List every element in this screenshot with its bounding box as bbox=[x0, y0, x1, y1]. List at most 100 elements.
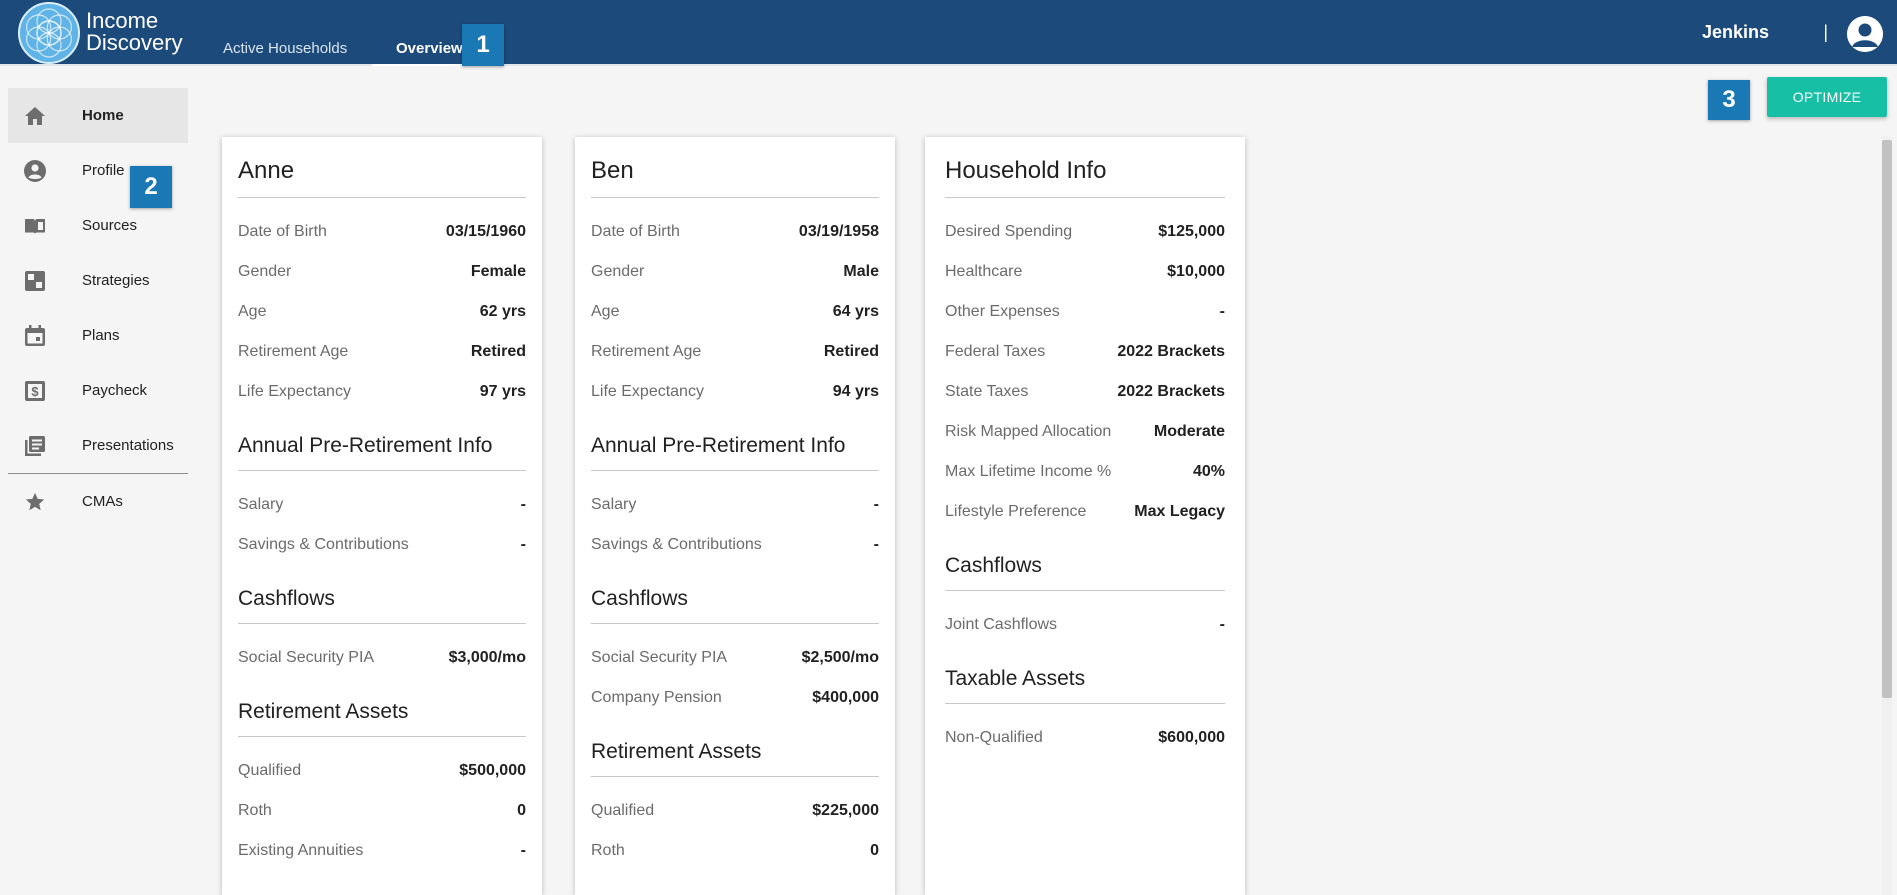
annotation-badge-1: 1 bbox=[462, 24, 504, 66]
section-title-cashflows: Cashflows bbox=[238, 587, 526, 624]
info-row-social-security: Social Security PIA $2,500/mo bbox=[591, 638, 879, 678]
user-name[interactable]: Jenkins bbox=[1702, 22, 1769, 43]
info-row-age: Age 64 yrs bbox=[591, 292, 879, 332]
brand-name: Income Discovery bbox=[86, 10, 183, 54]
row-value: $125,000 bbox=[1158, 223, 1225, 240]
info-row-qualified: Qualified $225,000 bbox=[591, 791, 879, 831]
row-value: 94 yrs bbox=[832, 383, 879, 400]
sidebar-item-home[interactable]: Home bbox=[8, 88, 188, 143]
income-discovery-logo[interactable] bbox=[18, 2, 80, 64]
info-row-company-pension: Company Pension $400,000 bbox=[591, 678, 879, 718]
row-label: Joint Cashflows bbox=[945, 616, 1058, 633]
row-value: $10,000 bbox=[1167, 263, 1225, 280]
row-value: 0 bbox=[517, 802, 526, 819]
home-icon bbox=[22, 103, 48, 129]
info-row-federal-taxes: Federal Taxes 2022 Brackets bbox=[945, 332, 1225, 372]
row-value: $600,000 bbox=[1158, 729, 1225, 746]
info-row-other-expenses: Other Expenses - bbox=[945, 292, 1225, 332]
info-row-healthcare: Healthcare $10,000 bbox=[945, 252, 1225, 292]
row-label: Salary bbox=[238, 496, 284, 513]
info-row-existing-annuities: Existing Annuities - bbox=[238, 831, 526, 871]
info-row-salary: Salary - bbox=[591, 485, 879, 525]
sidebar-item-label: CMAs bbox=[82, 493, 123, 510]
row-label: Desired Spending bbox=[945, 223, 1073, 240]
sidebar-item-paycheck[interactable]: $ Paycheck bbox=[8, 363, 188, 418]
scrollbar-thumb[interactable] bbox=[1882, 140, 1892, 698]
row-value: $225,000 bbox=[812, 802, 879, 819]
info-row-age: Age 62 yrs bbox=[238, 292, 526, 332]
row-value: $400,000 bbox=[812, 689, 879, 706]
row-value: Female bbox=[470, 263, 526, 280]
info-row-roth: Roth 0 bbox=[238, 791, 526, 831]
star-icon bbox=[22, 489, 48, 515]
row-value: 64 yrs bbox=[832, 303, 879, 320]
row-value: 03/19/1958 bbox=[798, 223, 879, 240]
row-value: - bbox=[873, 496, 879, 513]
info-row-date-of-birth: Date of Birth 03/15/1960 bbox=[238, 212, 526, 252]
info-row-date-of-birth: Date of Birth 03/19/1958 bbox=[591, 212, 879, 252]
household-info-card: Household Info Desired Spending $125,000 … bbox=[925, 137, 1245, 895]
pre-retirement-rows: Salary - Savings & Contributions - bbox=[238, 471, 526, 565]
row-label: Qualified bbox=[238, 762, 302, 779]
sidebar-item-cmas[interactable]: CMAs bbox=[8, 474, 188, 529]
row-label: Risk Mapped Allocation bbox=[945, 423, 1112, 440]
sidebar-item-label: Profile bbox=[82, 162, 125, 179]
account-circle-icon bbox=[22, 158, 48, 184]
sidebar-item-presentations[interactable]: Presentations bbox=[8, 418, 188, 473]
row-value: 2022 Brackets bbox=[1117, 383, 1225, 400]
row-value: 03/15/1960 bbox=[445, 223, 526, 240]
section-title-retirement-assets: Retirement Assets bbox=[591, 740, 879, 777]
row-value: - bbox=[520, 496, 526, 513]
row-label: Date of Birth bbox=[591, 223, 680, 240]
retirement-asset-rows: Qualified $225,000 Roth 0 bbox=[591, 777, 879, 871]
section-title-taxable-assets: Taxable Assets bbox=[945, 667, 1225, 704]
row-label: Other Expenses bbox=[945, 303, 1060, 320]
row-label: Gender bbox=[591, 263, 645, 280]
row-label: State Taxes bbox=[945, 383, 1029, 400]
row-label: Retirement Age bbox=[238, 343, 349, 360]
info-row-retirement-age: Retirement Age Retired bbox=[591, 332, 879, 372]
info-row-gender: Gender Male bbox=[591, 252, 879, 292]
row-label: Retirement Age bbox=[591, 343, 702, 360]
info-row-savings: Savings & Contributions - bbox=[238, 525, 526, 565]
cashflow-rows: Social Security PIA $3,000/mo bbox=[238, 624, 526, 678]
info-row-desired-spending: Desired Spending $125,000 bbox=[945, 212, 1225, 252]
sidebar-item-label: Paycheck bbox=[82, 382, 148, 399]
info-row-non-qualified: Non-Qualified $600,000 bbox=[945, 718, 1225, 758]
info-row-max-lifetime-income: Max Lifetime Income % 40% bbox=[945, 452, 1225, 492]
row-value: 97 yrs bbox=[479, 383, 526, 400]
sidebar-item-strategies[interactable]: Strategies bbox=[8, 253, 188, 308]
tab-overview[interactable]: Overview bbox=[396, 40, 463, 57]
info-row-qualified: Qualified $500,000 bbox=[238, 751, 526, 791]
info-row-joint-cashflows: Joint Cashflows - bbox=[945, 605, 1225, 645]
info-row-lifestyle-preference: Lifestyle Preference Max Legacy bbox=[945, 492, 1225, 532]
sidebar-item-label: Home bbox=[82, 107, 124, 124]
library-icon bbox=[22, 433, 48, 459]
section-title-pre-retirement: Annual Pre-Retirement Info bbox=[238, 434, 526, 471]
row-value: Moderate bbox=[1153, 423, 1225, 440]
optimize-button[interactable]: OPTIMIZE bbox=[1767, 77, 1887, 117]
pre-retirement-rows: Salary - Savings & Contributions - bbox=[591, 471, 879, 565]
info-row-social-security: Social Security PIA $3,000/mo bbox=[238, 638, 526, 678]
row-label: Roth bbox=[591, 842, 625, 859]
brand-line-2: Discovery bbox=[86, 30, 183, 55]
row-value: 2022 Brackets bbox=[1117, 343, 1225, 360]
section-title-pre-retirement: Annual Pre-Retirement Info bbox=[591, 434, 879, 471]
retirement-asset-rows: Qualified $500,000 Roth 0 Existing Annuiti… bbox=[238, 737, 526, 871]
brand-line-1: Income bbox=[86, 8, 159, 33]
book-icon bbox=[22, 213, 48, 239]
row-value: - bbox=[873, 536, 879, 553]
row-label: Age bbox=[238, 303, 267, 320]
row-value: - bbox=[520, 536, 526, 553]
row-value: 0 bbox=[870, 842, 879, 859]
sidebar-item-plans[interactable]: Plans bbox=[8, 308, 188, 363]
section-title-cashflows: Cashflows bbox=[591, 587, 879, 624]
row-label: Non-Qualified bbox=[945, 729, 1043, 746]
dollar-icon: $ bbox=[22, 378, 48, 404]
row-value: Max Legacy bbox=[1134, 503, 1225, 520]
row-label: Social Security PIA bbox=[238, 649, 375, 666]
row-label: Social Security PIA bbox=[591, 649, 728, 666]
row-label: Savings & Contributions bbox=[238, 536, 409, 553]
user-avatar-icon[interactable] bbox=[1847, 16, 1883, 52]
tab-active-households[interactable]: Active Households bbox=[223, 40, 347, 57]
